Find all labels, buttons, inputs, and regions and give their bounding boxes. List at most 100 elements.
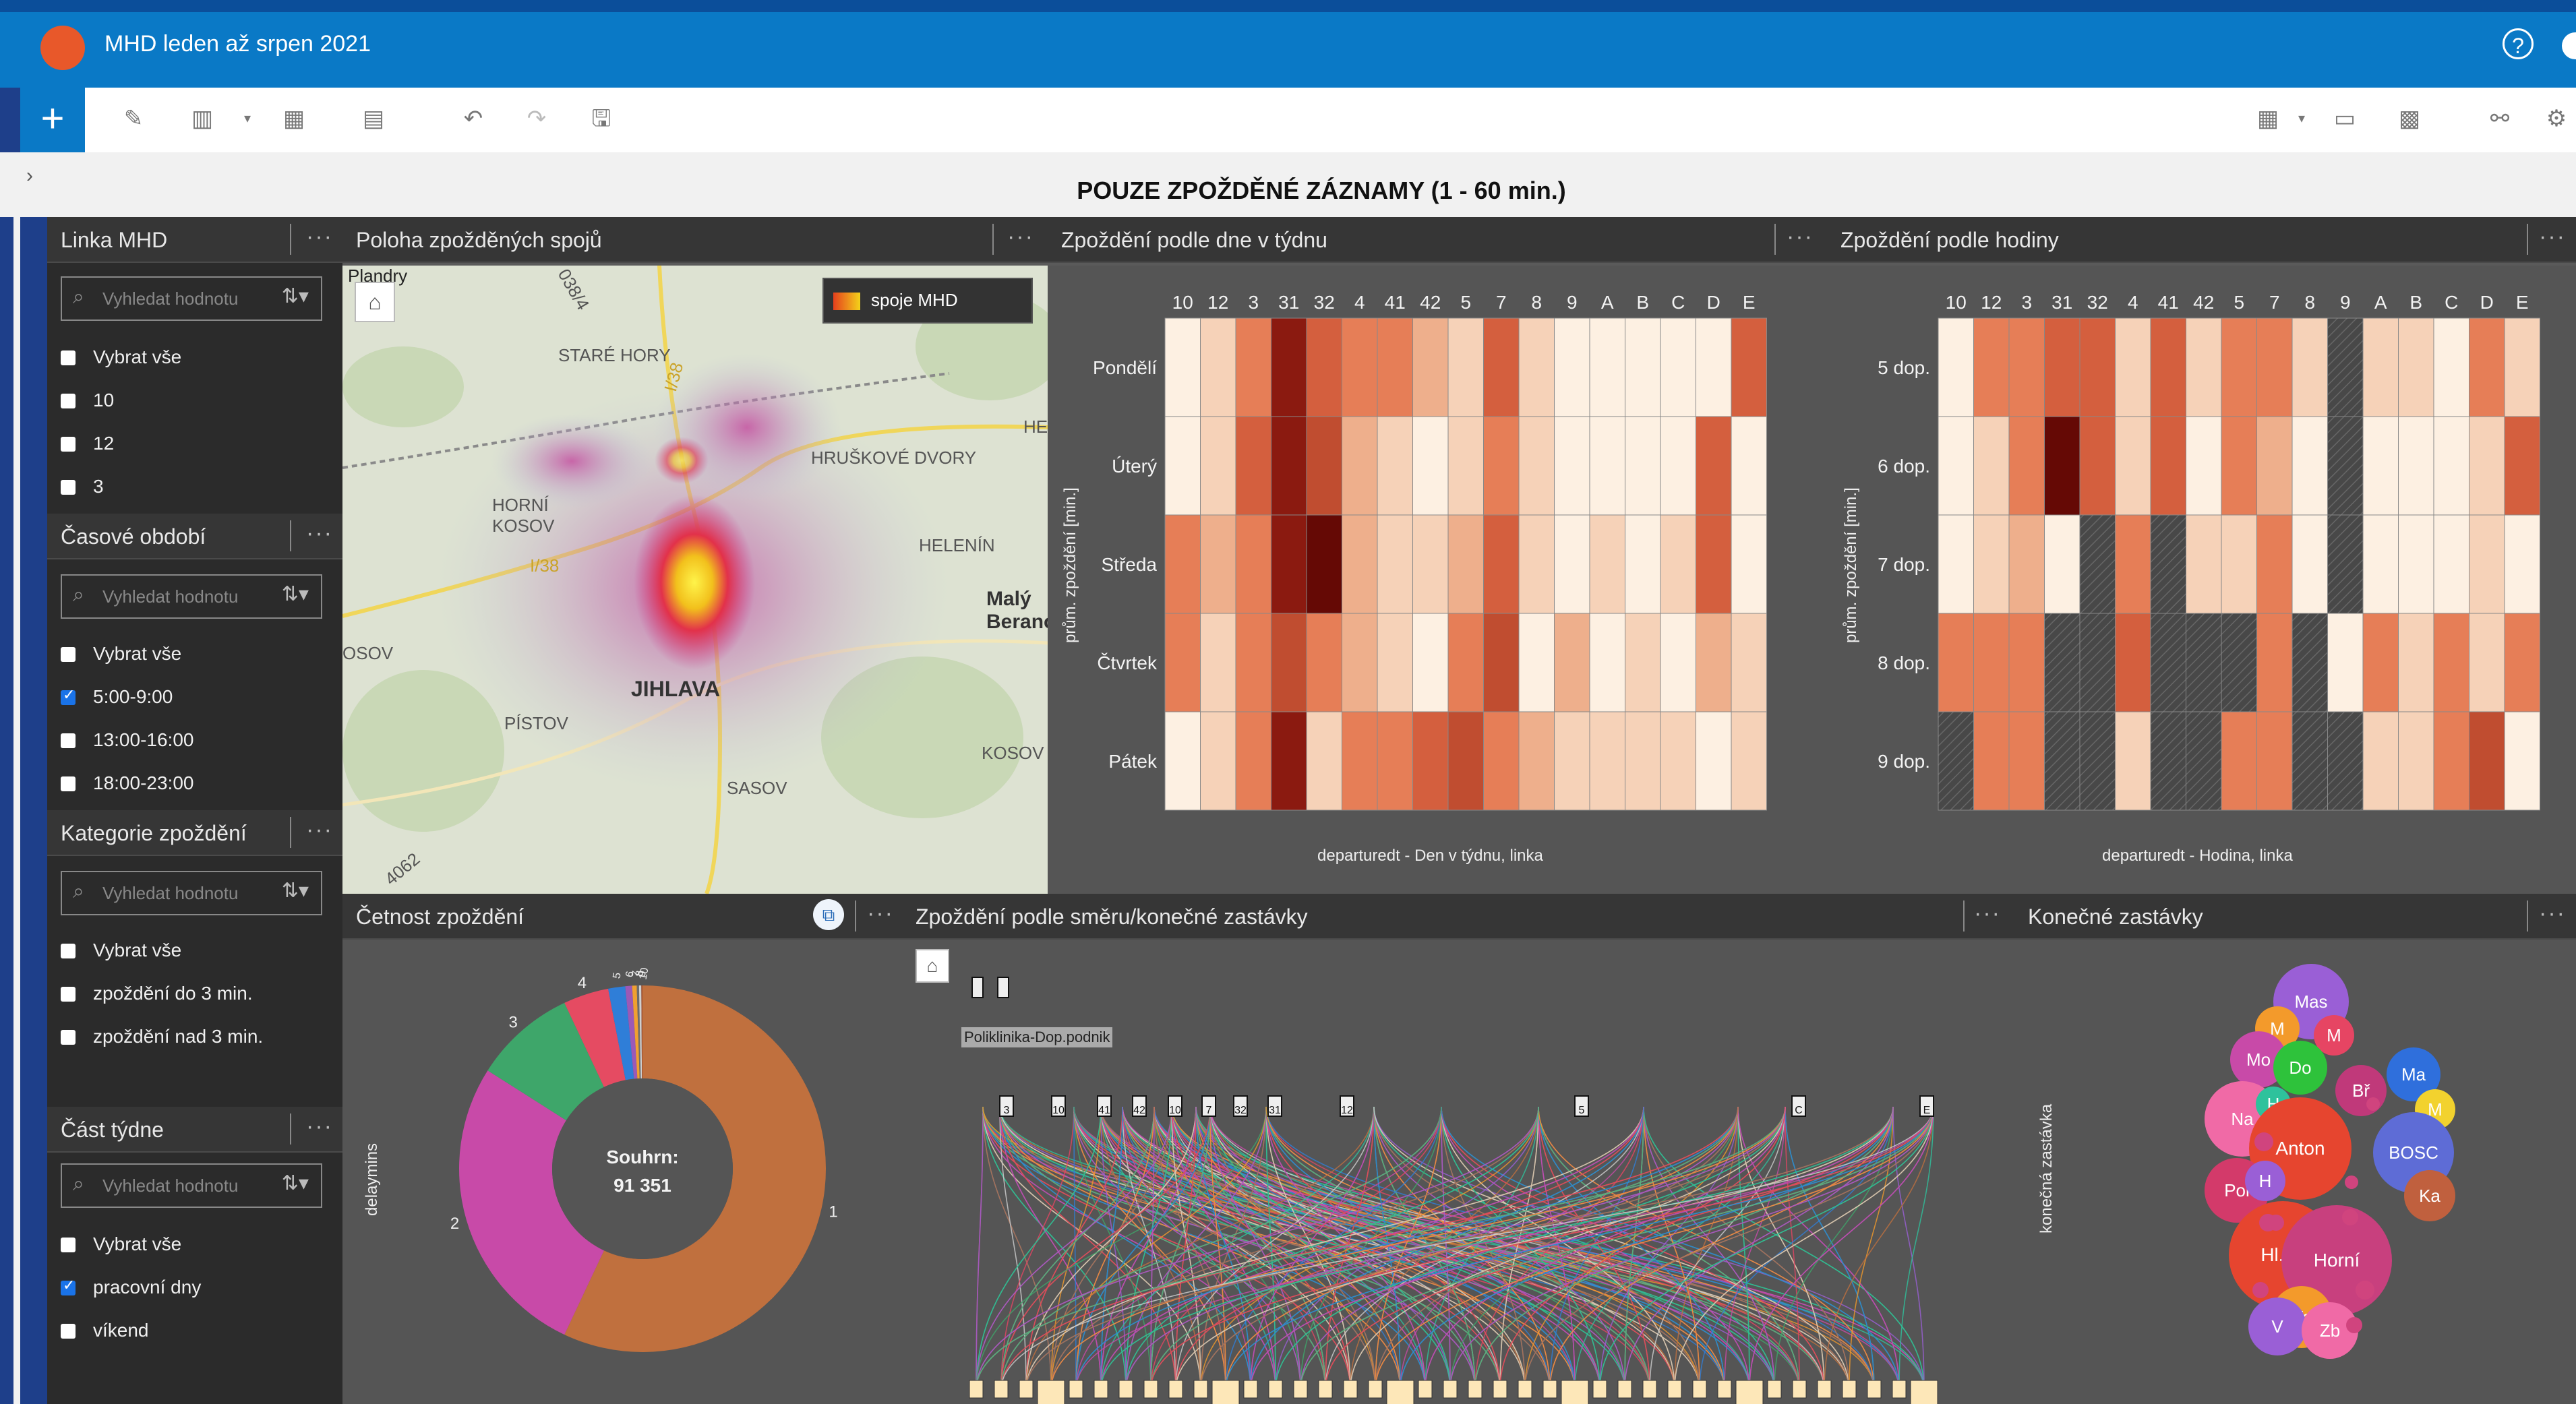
heatmap-cell [2256,514,2293,614]
checkbox[interactable] [61,394,76,408]
map-home-button[interactable]: ⌂ [355,282,395,322]
column-label: 10 [1172,292,1193,313]
bubble-label: Anton [2275,1138,2325,1159]
more-options-icon[interactable]: ··· [306,224,333,250]
checkbox[interactable] [61,1030,76,1045]
help-icon[interactable]: ? [2503,28,2534,59]
column-label: B [2409,292,2422,313]
option-label: 12 [93,433,115,454]
checkbox[interactable] [61,437,76,452]
heatmap-cell [1660,514,1696,614]
checkbox[interactable] [61,647,76,662]
row-label: 6 dop. [1878,456,1930,477]
network-panel: 3 10 41 42 10 7 32 31 12 5 C E ⌂ Poliklinika-Dop.po… [902,940,2014,1404]
map-view[interactable]: Plandry STARÉ HORY HRUŠKOVÉ DVORY HORNÍ … [342,266,1048,894]
more-options-icon[interactable]: ··· [306,817,333,843]
map-legend[interactable]: spoje MHD [822,278,1033,324]
sort-icon[interactable]: ⇅▾ [282,879,309,903]
checkbox[interactable] [61,480,76,495]
column-label: 4 [1354,292,1365,313]
place-label: KOSOV [982,743,1044,763]
map-canvas[interactable] [342,266,1048,894]
heatmap-cell [2256,416,2293,516]
search-placeholder: Vyhledat hodnotu [102,883,239,903]
bubble-label: H [2259,1171,2272,1191]
heat-haze [491,414,653,508]
sort-icon[interactable]: ⇅▾ [282,582,309,606]
search-input[interactable]: ⌕ Vyhledat hodnotu ⇅▾ [61,574,322,619]
heatmap-cell [2044,514,2080,614]
bubble-label: BOSC [2389,1142,2438,1163]
checkbox-checked[interactable] [61,686,76,705]
network-chart[interactable]: 3 10 41 42 10 7 32 31 12 5 C E [902,940,2014,1404]
heatmap-day-chart[interactable]: 10 12 3 31 32 4 41 42 5 7 8 9 A B C D E Pondělí Úterý Střed… [1048,266,1827,894]
more-options-icon[interactable]: ··· [2539,901,2566,927]
layout-dropdown-icon[interactable]: ▾ [2287,104,2316,133]
console-icon[interactable]: ▭ [2330,104,2360,133]
heatmap-cell [1164,514,1201,614]
more-options-icon[interactable]: ··· [1787,224,1814,250]
destination-node [1667,1380,1682,1399]
heatmap-cell [1200,613,1236,712]
checkbox[interactable] [61,776,76,791]
edit-icon[interactable]: ✎ [119,104,148,133]
settings-icon[interactable]: ⚙ [2542,104,2571,133]
heatmap-cell [2504,514,2540,614]
checkbox[interactable] [61,350,76,365]
heatmap-cell [2186,416,2222,516]
more-options-icon[interactable]: ··· [2539,224,2566,250]
donut-chart[interactable]: 1234 5 678910Souhrn:91 351 [342,940,902,1404]
heatmap-cell [1731,317,1767,417]
column-label: E [2516,292,2529,313]
checkbox[interactable] [61,944,76,958]
undo-icon[interactable]: ↶ [458,104,488,133]
network-home-button[interactable]: ⌂ [916,949,949,983]
sort-icon[interactable]: ⇅▾ [282,284,309,308]
layout-icon[interactable]: ▦ [2253,104,2283,133]
chart-dropdown-icon[interactable]: ▾ [233,104,262,133]
heatmap-cell [1342,416,1378,516]
table-icon[interactable]: ▦ [279,104,309,133]
sort-icon[interactable]: ⇅▾ [282,1171,309,1195]
selection-icon[interactable]: ⧉ [813,899,844,930]
bubble-chart[interactable]: MasMMMoDoBřMaMNaHAntonBOSCPolHKaPHl.náHo… [2014,940,2576,1404]
more-options-icon[interactable]: ··· [306,520,333,547]
chart-icon[interactable]: ▥ [187,104,217,133]
heatmap-cell [2044,317,2080,417]
search-input[interactable]: ⌕ Vyhledat hodnotu ⇅▾ [61,276,322,321]
checkbox[interactable] [61,1238,76,1252]
heatmap-cell [1377,514,1413,614]
column-label: 7 [1496,292,1507,313]
option-label: 10 [93,390,115,410]
details-icon[interactable]: ▤ [359,104,388,133]
save-icon[interactable]: 🖫 [587,104,616,133]
redo-icon[interactable]: ↷ [522,104,551,133]
destination-node [969,1380,984,1399]
heatmap-hour-chart[interactable]: 10 12 3 31 32 4 41 42 5 7 8 9 A B C D E 5 dop. 6 dop. 7 dop… [1827,266,2576,894]
expand-panel-button[interactable]: › [20,152,39,200]
more-options-icon[interactable]: ··· [306,1113,333,1140]
more-options-icon[interactable]: ··· [1974,901,2001,927]
search-input[interactable]: ⌕ Vyhledat hodnotu ⇅▾ [61,871,322,915]
heatmap-cell [2362,317,2399,417]
option-label: 3 [93,476,104,497]
add-element-button[interactable]: + [20,88,85,152]
small-bubble [2366,1097,2380,1111]
row-label: 7 dop. [1878,554,1930,575]
more-options-icon[interactable]: ··· [867,901,894,927]
place-label: JIHLAVA [631,677,721,701]
share-icon[interactable]: ⚯ [2485,104,2515,133]
more-options-icon[interactable]: ··· [1007,224,1034,250]
checkbox-checked[interactable] [61,1277,76,1295]
checkbox[interactable] [61,987,76,1002]
grid-icon[interactable]: ▩ [2395,104,2424,133]
route-link [1737,1106,1900,1391]
search-input[interactable]: ⌕ Vyhledat hodnotu ⇅▾ [61,1163,322,1208]
filter-title: Kategorie zpoždění [61,821,247,845]
heatmap-cell [1483,317,1520,417]
bubble-label: V [2271,1316,2283,1337]
row-label: 9 dop. [1878,751,1930,772]
checkbox[interactable] [61,733,76,748]
destination-node [1418,1380,1433,1399]
checkbox[interactable] [61,1324,76,1339]
